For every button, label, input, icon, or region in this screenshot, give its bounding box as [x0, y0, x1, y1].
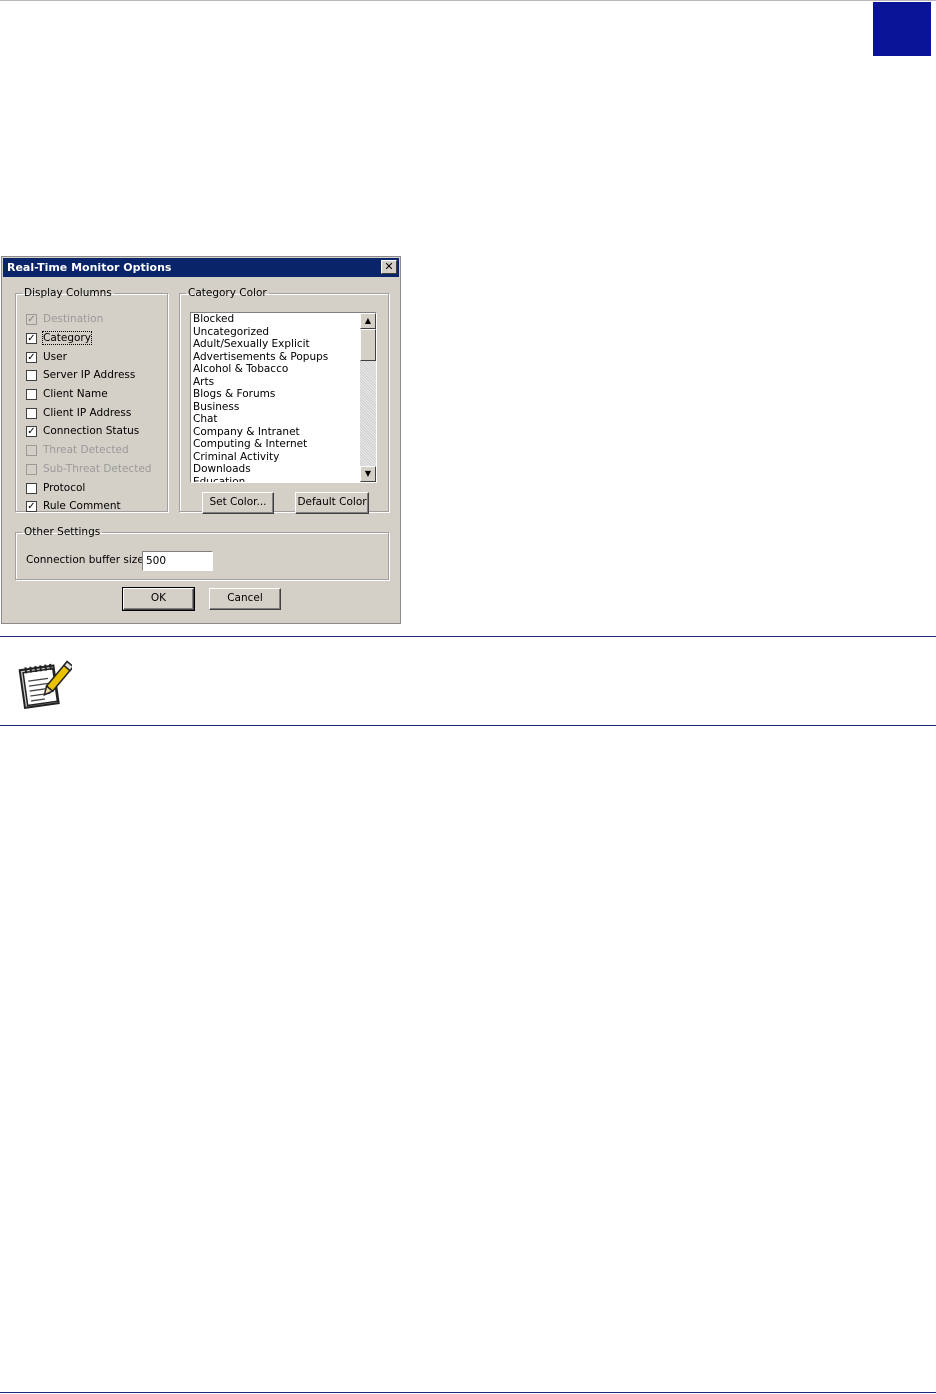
dialog-title: Real-Time Monitor Options — [7, 261, 172, 274]
checkbox[interactable] — [26, 369, 37, 381]
column-option-row: Threat Detected — [26, 442, 129, 458]
category-list-item[interactable]: Criminal Activity — [191, 451, 376, 464]
category-color-group: Category Color Blocked Uncategorized Adult… — [179, 287, 389, 514]
scroll-up-icon: ▲ — [364, 316, 372, 325]
page-bottom-rule — [0, 1392, 936, 1393]
scroll-up-button[interactable]: ▲ — [360, 313, 376, 329]
column-option-row[interactable]: ✓ Category — [26, 330, 92, 346]
chapter-tab-marker — [873, 2, 931, 56]
column-option-row[interactable]: Client Name — [26, 386, 108, 402]
other-settings-group: Other Settings Connection buffer size: 5… — [15, 526, 389, 580]
checkbox-label: Category — [42, 331, 92, 345]
checkbox-label: Destination — [43, 313, 104, 325]
display-columns-legend: Display Columns — [24, 287, 112, 299]
note-top-rule — [0, 636, 936, 637]
ok-button[interactable]: OK — [122, 587, 195, 611]
category-list-item[interactable]: Adult/Sexually Explicit — [191, 338, 376, 351]
check-mark-icon: ✓ — [27, 351, 36, 363]
checkbox[interactable] — [26, 482, 37, 494]
checkbox: ✓ — [26, 313, 37, 325]
category-color-legend: Category Color — [188, 287, 267, 299]
check-mark-icon: ✓ — [27, 500, 36, 512]
real-time-monitor-options-dialog: Real-Time Monitor Options ✕ Display Colu… — [1, 256, 401, 624]
default-color-button[interactable]: Default Color — [295, 492, 369, 514]
set-color-button[interactable]: Set Color... — [202, 492, 274, 514]
column-option-row[interactable]: ✓ Connection Status — [26, 423, 139, 439]
column-option-row: ✓ Destination — [26, 311, 103, 327]
check-mark-icon: ✓ — [27, 425, 36, 437]
category-list-item[interactable]: Company & Intranet — [191, 426, 376, 439]
checkbox-label: Rule Comment — [43, 500, 121, 512]
category-list-item[interactable]: Alcohol & Tobacco — [191, 363, 376, 376]
checkbox — [26, 463, 37, 475]
checkbox[interactable] — [26, 388, 37, 400]
checkbox-label: Sub-Threat Detected — [43, 463, 152, 475]
category-list-item[interactable]: Advertisements & Popups — [191, 351, 376, 364]
display-columns-group: Display Columns ✓ Destination ✓ Category ✓ Us… — [15, 287, 168, 512]
column-option-row[interactable]: ✓ User — [26, 349, 67, 365]
checkbox-label: Client Name — [43, 388, 108, 400]
category-list-item[interactable]: Education — [191, 476, 376, 483]
category-listbox[interactable]: Blocked Uncategorized Adult/Sexually Expli… — [190, 312, 377, 483]
notepad-pencil-icon — [16, 657, 75, 713]
checkbox[interactable]: ✓ — [26, 332, 37, 344]
scroll-thumb[interactable] — [360, 329, 376, 361]
category-list-item[interactable]: Computing & Internet — [191, 438, 376, 451]
category-items: Blocked Uncategorized Adult/Sexually Expli… — [191, 313, 376, 483]
checkbox-label: Protocol — [43, 482, 86, 494]
category-list-item[interactable]: Blocked — [191, 313, 376, 326]
checkbox[interactable] — [26, 407, 37, 419]
checkbox-label: User — [43, 351, 67, 363]
column-option-row[interactable]: Client IP Address — [26, 405, 131, 421]
checkbox[interactable]: ✓ — [26, 425, 37, 437]
checkbox-label: Connection Status — [43, 425, 140, 437]
checkbox-label: Threat Detected — [43, 444, 129, 456]
buffer-size-input[interactable]: 500 — [142, 551, 213, 571]
category-list-item[interactable]: Business — [191, 401, 376, 414]
column-option-row[interactable]: Protocol — [26, 480, 85, 496]
other-settings-legend: Other Settings — [24, 526, 101, 538]
scroll-down-button[interactable]: ▼ — [360, 466, 376, 482]
note-bottom-rule — [0, 725, 936, 726]
column-option-row[interactable]: Server IP Address — [26, 367, 135, 383]
scroll-down-icon: ▼ — [364, 469, 372, 478]
category-list-item[interactable]: Uncategorized — [191, 326, 376, 339]
close-button[interactable]: ✕ — [381, 260, 397, 274]
column-option-row[interactable]: ✓ Rule Comment — [26, 498, 121, 514]
category-scrollbar[interactable]: ▲ ▼ — [360, 313, 376, 482]
category-list-item[interactable]: Downloads — [191, 463, 376, 476]
buffer-size-label: Connection buffer size: — [26, 554, 148, 566]
category-list-item[interactable]: Blogs & Forums — [191, 388, 376, 401]
checkbox[interactable]: ✓ — [26, 500, 37, 512]
checkbox[interactable]: ✓ — [26, 351, 37, 363]
category-list-item[interactable]: Chat — [191, 413, 376, 426]
top-rule — [0, 0, 936, 1]
close-icon: ✕ — [384, 260, 394, 273]
checkbox — [26, 444, 37, 456]
check-mark-icon: ✓ — [27, 313, 36, 325]
dialog-title-bar: Real-Time Monitor Options ✕ — [3, 258, 399, 277]
check-mark-icon: ✓ — [27, 332, 36, 344]
checkbox-label: Server IP Address — [43, 369, 136, 381]
checkbox-label: Client IP Address — [43, 407, 132, 419]
category-list-item[interactable]: Arts — [191, 376, 376, 389]
cancel-button[interactable]: Cancel — [209, 588, 281, 610]
column-option-row: Sub-Threat Detected — [26, 461, 151, 477]
